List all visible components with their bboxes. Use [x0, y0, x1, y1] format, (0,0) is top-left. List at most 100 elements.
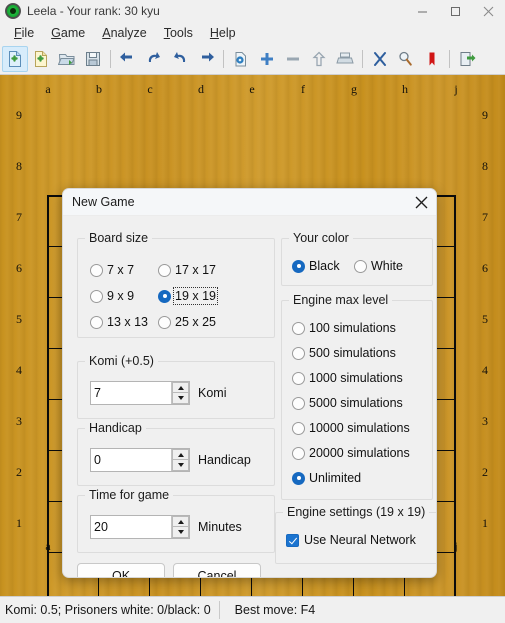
save-file-icon[interactable]: [80, 46, 106, 72]
menu-game-mnemonic: G: [51, 26, 61, 40]
window-titlebar: Leela - Your rank: 30 kyu: [0, 0, 505, 22]
handicap-spin-down-icon[interactable]: [172, 460, 189, 471]
komi-stepper[interactable]: [90, 381, 190, 405]
radio-sim-5000[interactable]: 5000 simulations: [292, 396, 403, 410]
radio-label: 13 x 13: [107, 315, 149, 329]
board-coord-bottom-j: j: [454, 539, 458, 553]
cancel-button[interactable]: Cancel: [173, 563, 261, 577]
board-coord-left-7: 7: [16, 210, 22, 224]
close-button[interactable]: [472, 0, 505, 22]
toolbar-separator-4: [449, 50, 450, 68]
komi-spin-up-icon[interactable]: [172, 382, 189, 393]
radio-board-13x13[interactable]: 13 x 13: [90, 315, 148, 329]
radio-label: White: [371, 259, 403, 273]
radio-board-25x25[interactable]: 25 x 25: [158, 315, 216, 329]
radio-sim-10000[interactable]: 10000 simulations: [292, 421, 410, 435]
promote-variation-icon[interactable]: [306, 46, 332, 72]
radio-sim-1000[interactable]: 1000 simulations: [292, 371, 403, 385]
board-coord-right-9: 9: [482, 108, 488, 122]
radio-sim-unlimited[interactable]: Unlimited: [292, 471, 361, 485]
board-coord-left-6: 6: [16, 261, 22, 275]
radio-label: 20000 simulations: [309, 446, 410, 460]
maximize-button[interactable]: [439, 0, 472, 22]
time-stepper[interactable]: [90, 515, 190, 539]
exit-icon[interactable]: [454, 46, 480, 72]
radio-indicator: [292, 259, 305, 273]
undo-icon[interactable]: [141, 46, 167, 72]
time-input[interactable]: [91, 516, 171, 538]
open-file-icon[interactable]: [54, 46, 80, 72]
radio-color-white[interactable]: White: [354, 259, 403, 273]
time-spin-up-icon[interactable]: [172, 516, 189, 527]
handicap-stepper[interactable]: [90, 448, 190, 472]
menu-analyze-label: nalyze: [110, 26, 147, 40]
radio-color-black[interactable]: Black: [292, 259, 340, 273]
radio-label: Black: [309, 259, 340, 273]
board-coord-top-g: g: [351, 82, 357, 96]
engine-settings-group: Engine settings (19 x 19) Use Neural Net…: [275, 505, 436, 564]
board-coord-top-e: e: [249, 82, 255, 96]
time-spin-down-icon[interactable]: [172, 527, 189, 538]
score-estimate-icon[interactable]: [367, 46, 393, 72]
board-coord-top-f: f: [301, 82, 305, 96]
handicap-spin-up-icon[interactable]: [172, 449, 189, 460]
radio-label: Unlimited: [309, 471, 362, 485]
board-coord-left-2: 2: [16, 465, 22, 479]
engine-max-level-group: Engine max level 100 simulations 500 sim…: [281, 293, 433, 500]
your-color-legend: Your color: [289, 231, 353, 245]
komi-input[interactable]: [91, 382, 171, 404]
game-properties-icon[interactable]: [228, 46, 254, 72]
radio-board-7x7[interactable]: 7 x 7: [90, 263, 134, 277]
board-coord-right-7: 7: [482, 210, 488, 224]
board-coord-left-4: 4: [16, 363, 22, 377]
last-move-icon[interactable]: [193, 46, 219, 72]
radio-board-19x19[interactable]: 19 x 19: [158, 287, 219, 305]
radio-indicator: [292, 396, 305, 410]
add-variation-icon[interactable]: [254, 46, 280, 72]
radio-sim-500[interactable]: 500 simulations: [292, 346, 396, 360]
radio-label: 5000 simulations: [309, 396, 403, 410]
menu-analyze[interactable]: Analyze: [94, 24, 155, 42]
menu-help[interactable]: Help: [202, 24, 245, 42]
menu-analyze-mnemonic: A: [102, 26, 111, 40]
radio-sim-20000[interactable]: 20000 simulations: [292, 446, 410, 460]
dialog-close-icon[interactable]: [406, 190, 436, 214]
radio-indicator: [158, 263, 171, 277]
window-title: Leela - Your rank: 30 kyu: [27, 4, 160, 18]
statusbar: Komi: 0.5; Prisoners white: 0/black: 0 B…: [0, 596, 505, 623]
redo-icon[interactable]: [167, 46, 193, 72]
radio-indicator: [292, 446, 305, 460]
komi-legend: Komi (+0.5): [85, 354, 158, 368]
time-for-game-group: Time for game Minutes: [77, 488, 275, 553]
handicap-input[interactable]: [91, 449, 171, 471]
handicap-group: Handicap Handicap: [77, 421, 275, 486]
analyze-icon[interactable]: [393, 46, 419, 72]
status-separator: [218, 601, 220, 619]
menu-file[interactable]: File: [6, 24, 43, 42]
menu-game-label: ame: [60, 26, 86, 40]
komi-spin-down-icon[interactable]: [172, 393, 189, 404]
new-board-icon[interactable]: [28, 46, 54, 72]
board-coord-left-1: 1: [16, 516, 22, 530]
board-coord-top-b: b: [96, 82, 102, 96]
new-game-icon[interactable]: [2, 46, 28, 72]
radio-board-17x17[interactable]: 17 x 17: [158, 263, 216, 277]
radio-sim-100[interactable]: 100 simulations: [292, 321, 396, 335]
print-icon[interactable]: [332, 46, 358, 72]
remove-variation-icon[interactable]: [280, 46, 306, 72]
bookmark-icon[interactable]: [419, 46, 445, 72]
minimize-button[interactable]: [406, 0, 439, 22]
radio-board-9x9[interactable]: 9 x 9: [90, 289, 134, 303]
menu-tools[interactable]: Tools: [156, 24, 202, 42]
board-coord-right-6: 6: [482, 261, 488, 275]
go-board[interactable]: a b c d e f g h j a b c d e f g h j 9 8 …: [0, 75, 505, 596]
checkbox-use-neural-network[interactable]: Use Neural Network: [286, 533, 416, 547]
radio-indicator: [292, 421, 305, 435]
first-move-icon[interactable]: [115, 46, 141, 72]
komi-group: Komi (+0.5) Komi: [77, 354, 275, 419]
board-coord-top-a: a: [45, 82, 51, 96]
menu-game[interactable]: Game: [43, 24, 94, 42]
board-coord-left-3: 3: [16, 414, 22, 428]
komi-spin-buttons: [171, 382, 189, 404]
ok-button[interactable]: OK: [77, 563, 165, 577]
